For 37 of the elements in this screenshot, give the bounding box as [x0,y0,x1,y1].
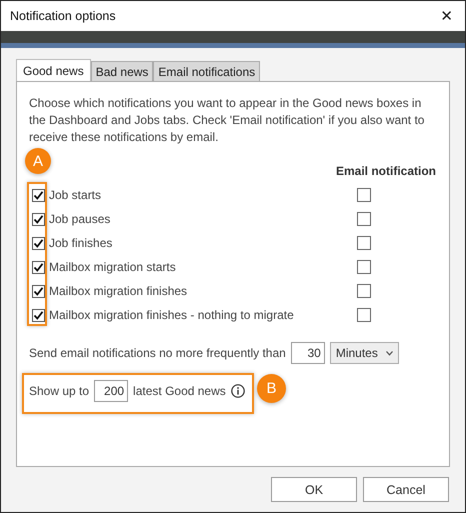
tab[interactable]: Email notifications [153,61,260,81]
info-icon[interactable] [230,384,245,398]
checkbox-label: Job finishes [49,236,112,250]
email-checkbox[interactable] [357,284,371,298]
email-checkbox[interactable] [357,212,371,226]
count-input[interactable]: 200 [94,380,128,402]
annotation-badge: B [257,374,286,403]
show-suffix: latest Good news [133,384,226,398]
column-header: Email notification [334,164,436,180]
show-label: Show up to [29,384,90,398]
caret-icon [386,350,393,356]
email-checkbox[interactable] [357,308,371,322]
email-checkbox[interactable] [357,260,371,274]
email-checkbox[interactable] [357,188,371,202]
dialog-button[interactable]: Cancel [363,477,449,502]
checkbox[interactable] [32,308,45,322]
checkbox-label: Job starts [49,188,102,202]
checkbox-label: Mailbox migration finishes - nothing to migrate [49,308,294,322]
intro-text: Choose which notifications you want to appear in the Good news boxes in the Dashboard and Jobs tabs. Check 'Email notification' if you also want to receive these notifications by email. [29,95,426,146]
checkbox[interactable] [32,284,45,298]
unit-dropdown[interactable]: Minutes [330,342,399,364]
annotation-badge: A [25,148,51,174]
checkbox-label: Mailbox migration finishes [49,284,188,298]
tab[interactable]: Bad news [90,61,154,81]
close-button[interactable]: ✕ [436,7,457,25]
checkbox[interactable] [32,236,45,250]
frequency-input[interactable]: 30 [290,342,325,364]
checkbox[interactable] [32,212,45,226]
checkbox[interactable] [32,188,45,202]
email-checkbox[interactable] [357,236,371,250]
checkbox-label: Mailbox migration starts [49,260,176,274]
tab[interactable]: Good news [16,59,91,82]
checkbox[interactable] [32,260,45,274]
dialog-button[interactable]: OK [271,477,357,502]
checkbox-label: Job pauses [49,212,110,226]
frequency-label: Send email notifications no more frequently than [29,346,286,360]
window-title: Notification options [10,9,116,23]
